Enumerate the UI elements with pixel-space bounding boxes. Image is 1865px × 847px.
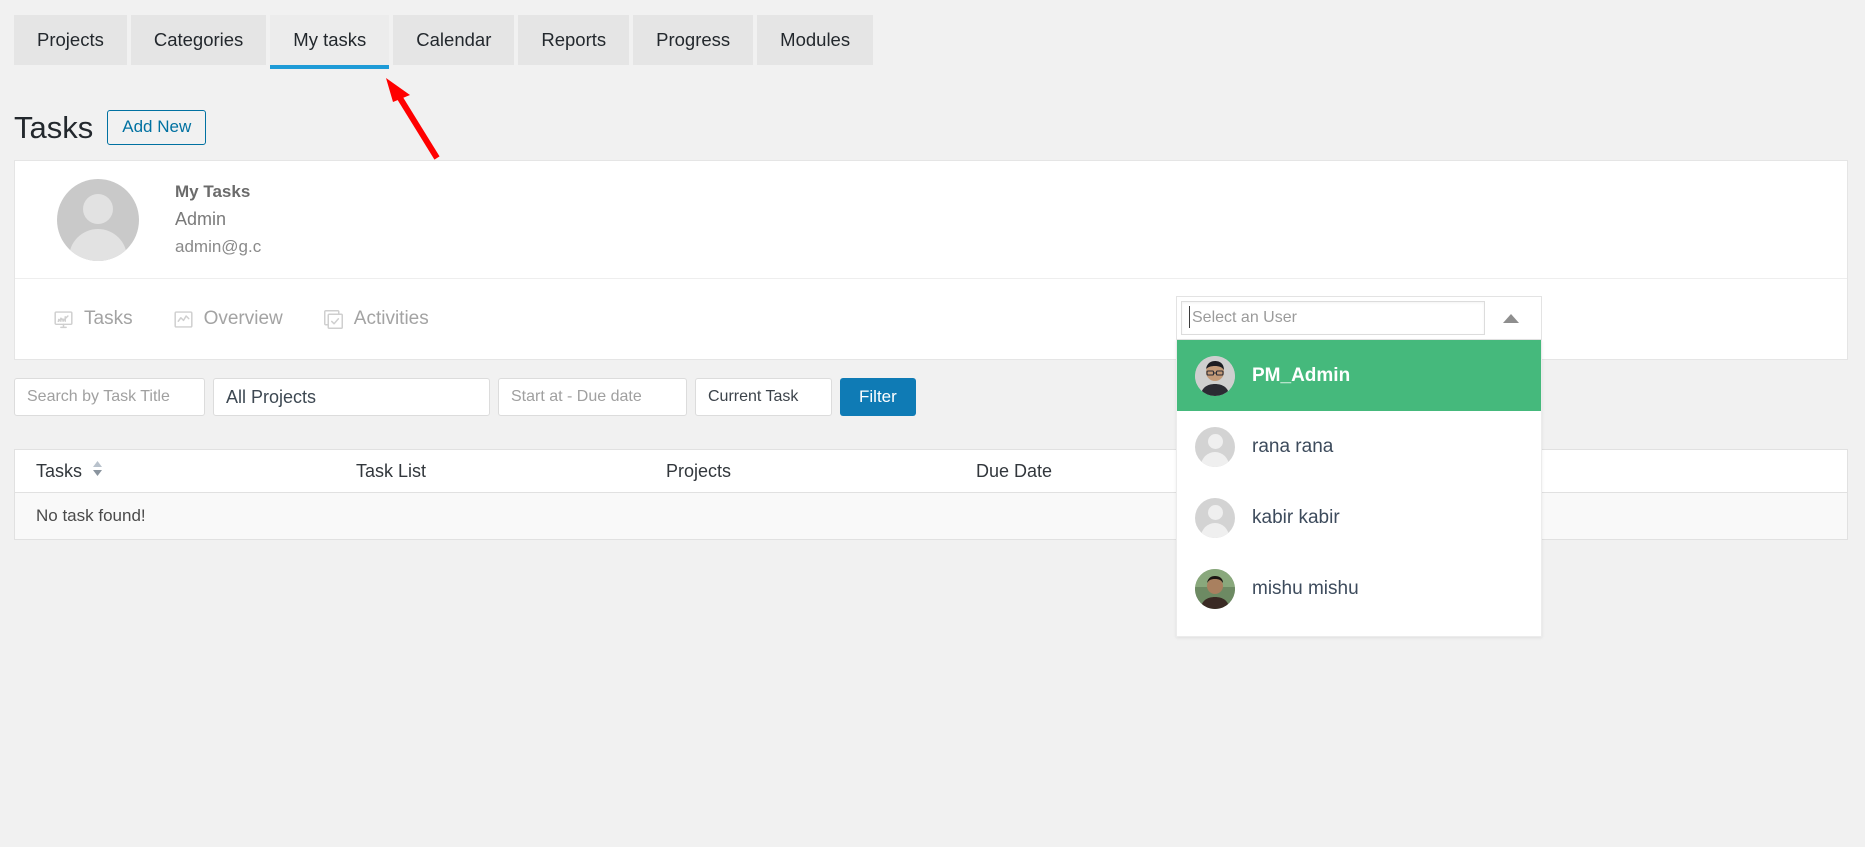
filter-button[interactable]: Filter [840, 378, 916, 416]
card-tab-label: Overview [203, 308, 283, 329]
user-option-label: kabir kabir [1252, 506, 1340, 528]
avatar [1195, 568, 1235, 609]
line-chart-icon [173, 309, 194, 330]
avatar [1195, 355, 1235, 396]
empty-state-message: No task found! [36, 506, 146, 525]
card-tabs: Tasks Overview Activities [15, 279, 1847, 359]
user-option-label: rana rana [1252, 435, 1334, 457]
table-empty-row: No task found! [15, 493, 1847, 539]
column-label: Due Date [976, 460, 1053, 481]
checkbox-icon [323, 309, 344, 330]
column-label: Task List [356, 460, 427, 481]
card-tab-overview[interactable]: Overview [173, 308, 283, 330]
nav-tab-calendar[interactable]: Calendar [393, 15, 515, 65]
tasks-table: Tasks Task List Projects Due Date No tas… [14, 449, 1848, 540]
card-tab-activities[interactable]: Activities [323, 308, 429, 330]
column-header-projects[interactable]: Projects [645, 461, 955, 482]
project-select[interactable]: All Projects [213, 378, 490, 416]
user-search-placeholder: Select an User [1189, 306, 1297, 328]
page-title: Tasks [14, 110, 94, 146]
column-label: Projects [666, 460, 732, 481]
nav-tab-my-tasks[interactable]: My tasks [270, 15, 390, 69]
main-nav-tabs: Projects Categories My tasks Calendar Re… [14, 15, 874, 69]
user-select-dropdown: Select an User PM_Admin rana rana kabir … [1176, 296, 1542, 637]
card-tab-label: Tasks [84, 308, 133, 329]
user-option-label: PM_Admin [1252, 364, 1351, 386]
search-input[interactable]: Search by Task Title [14, 378, 205, 416]
avatar [57, 178, 139, 261]
nav-tab-projects[interactable]: Projects [14, 15, 127, 65]
task-status-select[interactable]: Current Task [695, 378, 832, 416]
nav-tab-reports[interactable]: Reports [518, 15, 630, 65]
profile-email: admin@g.c [175, 237, 262, 256]
card-tab-label: Activities [353, 308, 429, 329]
date-range-input[interactable]: Start at - Due date [498, 378, 687, 416]
table-header-row: Tasks Task List Projects Due Date [15, 450, 1847, 493]
profile-name: Admin [175, 209, 227, 229]
user-select-menu: PM_Admin rana rana kabir kabir mishu mis… [1176, 340, 1542, 637]
app-page: Projects Categories My tasks Calendar Re… [0, 0, 1865, 847]
user-option-pm-admin[interactable]: PM_Admin [1177, 340, 1541, 411]
nav-tab-modules[interactable]: Modules [757, 15, 874, 65]
nav-tab-progress[interactable]: Progress [633, 15, 754, 65]
nav-tab-categories[interactable]: Categories [130, 15, 267, 65]
caret-up-icon[interactable] [1485, 301, 1537, 335]
page-header: Tasks Add New [14, 110, 207, 146]
profile-info: My Tasks Admin admin@g.c [175, 182, 261, 257]
user-option-rana-rana[interactable]: rana rana [1177, 411, 1541, 482]
user-option-mishu-mishu[interactable]: mishu mishu [1177, 553, 1541, 624]
column-header-task-list[interactable]: Task List [335, 461, 645, 482]
column-header-tasks[interactable]: Tasks [15, 460, 335, 482]
sort-updown-icon[interactable] [92, 460, 103, 482]
card-tab-tasks[interactable]: Tasks [53, 308, 133, 330]
filter-bar: Search by Task Title All Projects Start … [14, 378, 916, 416]
profile-row: My Tasks Admin admin@g.c [15, 161, 1847, 279]
my-tasks-card: My Tasks Admin admin@g.c Tasks Overview … [14, 160, 1848, 360]
add-new-button[interactable]: Add New [107, 110, 207, 146]
profile-heading: My Tasks [175, 182, 251, 201]
avatar [1195, 426, 1235, 467]
user-option-label: mishu mishu [1252, 577, 1359, 599]
user-search-input[interactable]: Select an User [1181, 301, 1485, 335]
avatar [1195, 497, 1235, 538]
user-option-kabir-kabir[interactable]: kabir kabir [1177, 482, 1541, 553]
user-select-control[interactable]: Select an User [1176, 296, 1542, 340]
column-label: Tasks [36, 460, 83, 481]
monitor-chart-icon [53, 309, 74, 330]
